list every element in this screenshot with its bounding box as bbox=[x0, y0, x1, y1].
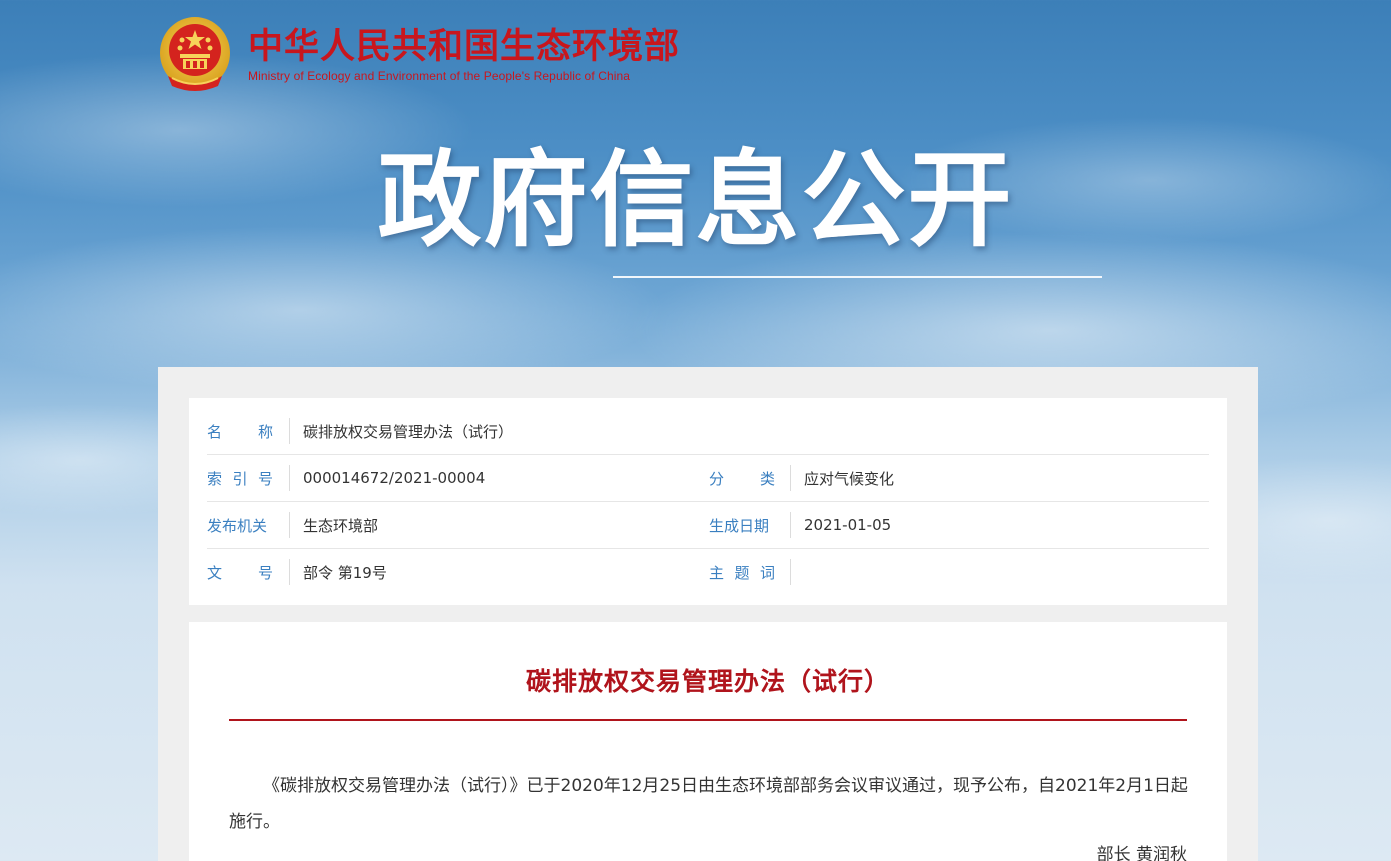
issuer-label: 发布机关 bbox=[207, 516, 268, 535]
date-value: 2021-01-05 bbox=[804, 516, 892, 534]
divider bbox=[289, 559, 290, 585]
site-name-cn: 中华人民共和国生态环境部 bbox=[248, 27, 681, 66]
category-value: 应对气候变化 bbox=[804, 469, 895, 488]
info-row-doc: 文号 部令 第19号 主题词 bbox=[207, 549, 1209, 595]
doc-number-value: 部令 第19号 bbox=[303, 563, 387, 582]
info-row-name: 名称 碳排放权交易管理办法（试行） bbox=[207, 408, 1209, 455]
issuer-value: 生态环境部 bbox=[303, 516, 379, 535]
info-row-index: 索引号 000014672/2021-00004 分类 应对气候变化 bbox=[207, 455, 1209, 502]
site-name-en: Ministry of Ecology and Environment of t… bbox=[248, 69, 631, 83]
index-value: 000014672/2021-00004 bbox=[303, 469, 486, 487]
hero-title: 政府信息公开 bbox=[377, 139, 1014, 261]
keywords-label: 主题词 bbox=[709, 563, 775, 582]
index-label: 索引号 bbox=[207, 469, 273, 488]
category-label: 分类 bbox=[709, 469, 775, 488]
name-value: 碳排放权交易管理办法（试行） bbox=[303, 422, 514, 441]
article-title: 碳排放权交易管理办法（试行） bbox=[525, 667, 890, 696]
divider bbox=[790, 512, 791, 538]
national-emblem-icon[interactable] bbox=[158, 16, 232, 94]
article-signature: 部长 黄润秋 bbox=[1096, 845, 1187, 861]
main-content: 名称 碳排放权交易管理办法（试行） 索引号 000014672/2021-000… bbox=[158, 367, 1258, 861]
title-divider bbox=[229, 719, 1187, 721]
date-label: 生成日期 bbox=[709, 516, 770, 535]
article-card: 碳排放权交易管理办法（试行） 《碳排放权交易管理办法（试行）》已于2020年12… bbox=[189, 622, 1227, 861]
article-body: 《碳排放权交易管理办法（试行）》已于2020年12月25日由生态环境部部务会议审… bbox=[229, 776, 1188, 832]
site-name[interactable]: 中华人民共和国生态环境部 Ministry of Ecology and Env… bbox=[248, 27, 680, 83]
name-label: 名称 bbox=[207, 422, 273, 441]
divider bbox=[790, 559, 791, 585]
divider bbox=[790, 465, 791, 491]
site-header: 中华人民共和国生态环境部 Ministry of Ecology and Env… bbox=[158, 16, 680, 94]
document-info-table: 名称 碳排放权交易管理办法（试行） 索引号 000014672/2021-000… bbox=[189, 398, 1227, 605]
info-row-issuer: 发布机关 生态环境部 生成日期 2021-01-05 bbox=[207, 502, 1209, 549]
doc-number-label: 文号 bbox=[207, 563, 273, 582]
divider bbox=[289, 418, 290, 444]
divider bbox=[289, 465, 290, 491]
hero-divider bbox=[613, 276, 1102, 278]
divider bbox=[289, 512, 290, 538]
